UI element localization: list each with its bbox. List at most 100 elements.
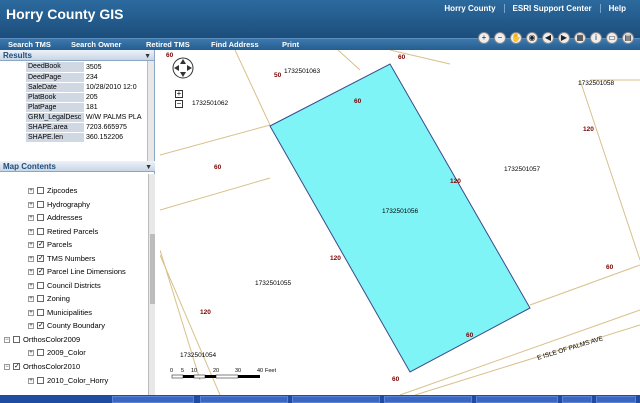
zoom-in-icon[interactable]: + — [478, 32, 490, 44]
layer-item[interactable]: +2009_Color — [28, 347, 86, 358]
layer-item[interactable]: + ✓ County Boundary — [28, 320, 105, 331]
layer-checkbox[interactable] — [37, 201, 44, 208]
collapse-icon[interactable]: − — [4, 336, 10, 343]
taskbar-button[interactable] — [292, 396, 380, 403]
layer-item[interactable]: + Municipalities — [28, 307, 92, 318]
expand-icon[interactable]: + — [28, 309, 34, 316]
layer-checkbox[interactable] — [37, 228, 44, 235]
dimension-label: 50 — [274, 72, 282, 79]
scale-tick: 10 — [191, 368, 198, 374]
find-address-button[interactable]: Find Address — [211, 40, 259, 49]
layer-checkbox[interactable] — [37, 282, 44, 289]
table-row: SHAPE.area 7203.665975 — [26, 122, 127, 133]
taskbar-button[interactable] — [200, 396, 288, 403]
table-row: PlatPage 181 — [26, 102, 98, 113]
map-contents-tree: + Zipcodes + Hydrography + Addresses + Retir… — [0, 163, 155, 395]
scale-tick: 5 — [181, 368, 185, 374]
expand-icon[interactable]: + — [28, 187, 34, 194]
globe-icon[interactable]: ◉ — [526, 32, 538, 44]
layer-checkbox[interactable]: ✓ — [37, 255, 44, 262]
search-tms-button[interactable]: Search TMS — [8, 40, 51, 49]
expand-icon[interactable]: + — [28, 201, 34, 208]
results-scrollbar[interactable] — [147, 61, 154, 161]
layer-item[interactable]: + Retired Parcels — [28, 226, 98, 237]
layers-icon[interactable]: ▦ — [574, 32, 586, 44]
table-row: SaleDate 10/28/2010 12:0 — [26, 82, 137, 93]
taskbar-button[interactable] — [596, 396, 636, 403]
map-canvas[interactable] — [160, 50, 640, 395]
results-table: DeedBook 3505 DeedPage 234 SaleDate 10/28/2… — [26, 62, 146, 143]
selected-parcel — [269, 63, 531, 373]
layer-checkbox[interactable]: ✓ — [37, 322, 44, 329]
table-row: PlatBook 205 — [26, 92, 98, 103]
taskbar-button[interactable] — [384, 396, 472, 403]
scale-tick: 30 — [235, 368, 242, 374]
expand-icon[interactable]: + — [28, 268, 34, 275]
taskbar-button[interactable] — [476, 396, 558, 403]
layer-checkbox[interactable]: ✓ — [37, 241, 44, 248]
horry-county-link[interactable]: Horry County — [436, 4, 503, 13]
identify-icon[interactable]: i — [590, 32, 602, 44]
dimension-label: 60 — [354, 98, 362, 105]
expand-icon[interactable]: + — [28, 377, 34, 384]
layer-checkbox[interactable] — [37, 214, 44, 221]
measure-icon[interactable]: ▭ — [606, 32, 618, 44]
retired-tms-button[interactable]: Retired TMS — [146, 40, 190, 49]
scale-bar — [171, 374, 260, 379]
expand-icon[interactable]: + — [28, 295, 34, 302]
taskbar-button[interactable] — [562, 396, 592, 403]
layer-item[interactable]: + Zoning — [28, 293, 70, 304]
expand-icon[interactable]: + — [28, 349, 34, 356]
expand-icon[interactable]: + — [28, 322, 34, 329]
expand-icon[interactable]: + — [28, 214, 34, 221]
scroll-thumb[interactable] — [150, 234, 155, 304]
contents-scrollbar[interactable] — [148, 174, 155, 395]
layer-item[interactable]: + ✓ TMS Numbers — [28, 253, 95, 264]
dimension-label: 60 — [398, 54, 406, 61]
pan-hand-icon[interactable]: ✋ — [510, 32, 522, 44]
layer-checkbox[interactable] — [37, 187, 44, 194]
print-icon[interactable]: ▤ — [622, 32, 634, 44]
taskbar-button[interactable] — [112, 396, 194, 403]
layer-checkbox[interactable] — [37, 309, 44, 316]
layer-item[interactable]: + ✓ Parcel Line Dimensions — [28, 266, 126, 277]
dimension-label: 60 — [606, 264, 614, 271]
parcel-line — [234, 50, 271, 126]
layer-item[interactable]: + Council Districts — [28, 280, 101, 291]
pan-control[interactable] — [170, 56, 196, 80]
parcel-line — [160, 124, 271, 156]
zoom-in-button[interactable]: + — [175, 90, 183, 98]
zoom-out-icon[interactable]: − — [494, 32, 506, 44]
forward-arrow-icon[interactable]: ▶ — [558, 32, 570, 44]
group-checkbox[interactable]: ✓ — [13, 363, 20, 370]
zoom-out-button[interactable]: − — [175, 100, 183, 108]
layer-item[interactable]: +2010_Color_Horry — [28, 375, 108, 386]
group-item[interactable]: − ✓ OrthosColor2010 — [4, 361, 80, 372]
help-link[interactable]: Help — [599, 4, 634, 13]
expand-icon[interactable]: + — [28, 282, 34, 289]
expand-icon[interactable]: + — [28, 228, 34, 235]
esri-support-link[interactable]: ESRI Support Center — [503, 4, 600, 13]
map-view[interactable]: 1732501063 1732501062 1732501058 1732501… — [160, 50, 640, 395]
dimension-label: 120 — [583, 126, 594, 133]
expand-icon[interactable]: + — [28, 255, 34, 262]
layer-item[interactable]: + Addresses — [28, 212, 82, 223]
group-item[interactable]: − OrthosColor2009 — [4, 334, 80, 345]
layer-checkbox[interactable] — [37, 377, 44, 384]
search-owner-button[interactable]: Search Owner — [71, 40, 121, 49]
layer-checkbox[interactable] — [37, 349, 44, 356]
print-button[interactable]: Print — [282, 40, 299, 49]
layer-checkbox[interactable] — [37, 295, 44, 302]
back-arrow-icon[interactable]: ◀ — [542, 32, 554, 44]
layer-item[interactable]: + Hydrography — [28, 199, 90, 210]
layer-item[interactable]: + Zipcodes — [28, 185, 77, 196]
parcel-line — [160, 177, 271, 211]
parcel-line — [579, 79, 640, 261]
layer-checkbox[interactable]: ✓ — [37, 268, 44, 275]
group-checkbox[interactable] — [13, 336, 20, 343]
map-tools: + − ✋ ◉ ◀ ▶ ▦ i ▭ ▤ — [478, 32, 634, 44]
parcel-line — [160, 254, 221, 395]
collapse-icon[interactable]: − — [4, 363, 10, 370]
layer-item[interactable]: + ✓ Parcels — [28, 239, 72, 250]
expand-icon[interactable]: + — [28, 241, 34, 248]
